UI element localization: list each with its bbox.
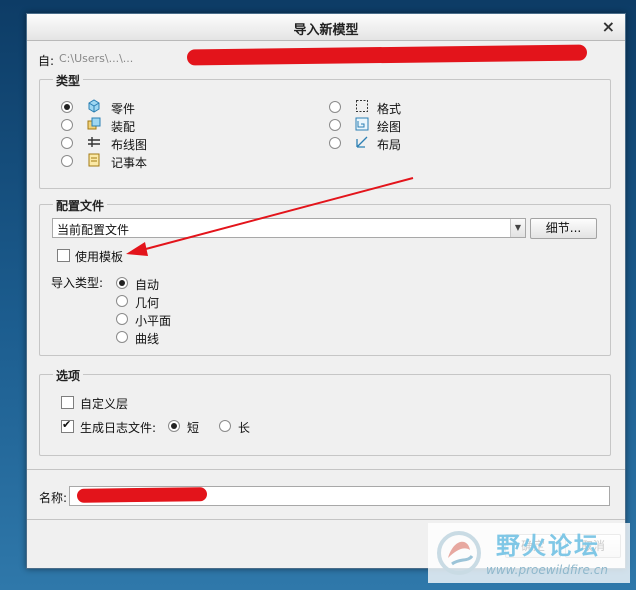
log-long-radio[interactable]	[219, 420, 231, 432]
log-file-label: 生成日志文件:	[80, 421, 157, 435]
watermark: 野火论坛 www.proewildfire.cn	[428, 523, 630, 583]
annotation-arrow	[126, 177, 414, 256]
custom-layer-label: 自定义层	[80, 397, 129, 411]
name-label: 名称:	[39, 491, 68, 505]
divider	[27, 469, 625, 470]
log-short-label: 短	[187, 421, 200, 435]
log-long-label: 长	[238, 421, 251, 435]
divider	[27, 519, 625, 520]
name-redaction-mark	[76, 487, 208, 503]
log-short-radio[interactable]	[168, 420, 180, 432]
options-group-title: 选项	[53, 367, 84, 384]
watermark-logo-icon	[437, 531, 481, 575]
watermark-brand: 野火论坛	[496, 532, 600, 560]
import-new-model-dialog: 导入新模型 × 自: C:\Users\...\... 类型 零件 装配 布线图…	[26, 13, 626, 569]
log-file-checkbox[interactable]	[61, 418, 74, 433]
watermark-url: www.proewildfire.cn	[486, 563, 608, 577]
custom-layer-checkbox[interactable]	[61, 396, 74, 409]
options-group	[39, 374, 611, 456]
